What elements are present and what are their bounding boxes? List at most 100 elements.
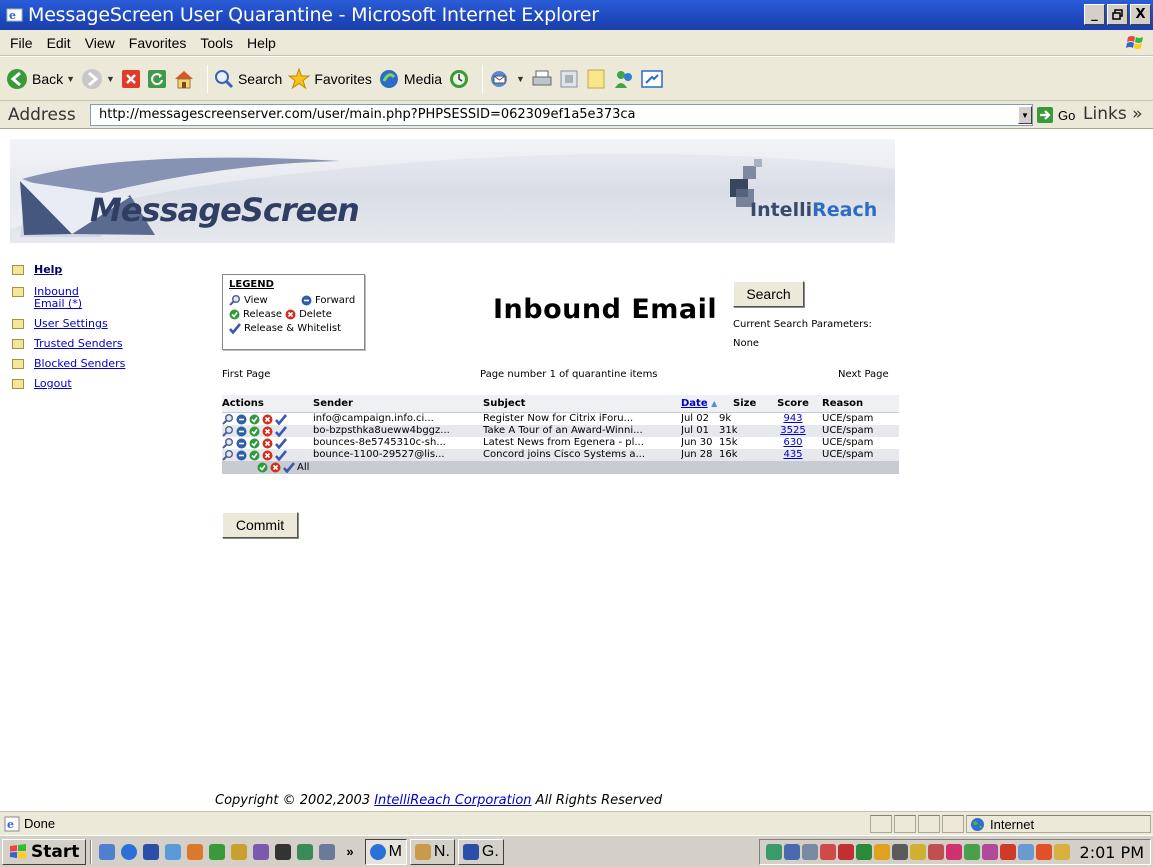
release-check-icon[interactable] bbox=[249, 450, 260, 461]
research-button[interactable] bbox=[641, 69, 663, 89]
history-button[interactable] bbox=[448, 68, 470, 90]
quicklaunch-cmd-icon[interactable] bbox=[275, 843, 292, 860]
quicklaunch-app-icon[interactable] bbox=[297, 843, 314, 860]
forward-icon[interactable] bbox=[236, 414, 247, 425]
tray-icon[interactable] bbox=[981, 844, 998, 860]
first-page-link[interactable]: First Page bbox=[222, 369, 270, 380]
quicklaunch-app-icon[interactable] bbox=[231, 843, 248, 860]
menu-tools[interactable]: Tools bbox=[193, 35, 240, 51]
whitelist-check-icon[interactable] bbox=[275, 425, 287, 437]
release-check-icon[interactable] bbox=[249, 414, 260, 425]
mail-dropdown-icon[interactable]: ▼ bbox=[516, 74, 525, 84]
whitelist-check-icon[interactable] bbox=[275, 437, 287, 449]
quicklaunch-app-icon[interactable] bbox=[187, 843, 204, 860]
mail-button[interactable]: ▼ bbox=[489, 69, 525, 89]
forward-button[interactable]: ▼ bbox=[81, 68, 115, 90]
tray-icon[interactable] bbox=[765, 844, 782, 860]
commit-button[interactable]: Commit bbox=[222, 512, 298, 538]
tray-icon[interactable] bbox=[873, 844, 890, 860]
quicklaunch-ie-icon[interactable] bbox=[121, 843, 138, 860]
discuss-button[interactable] bbox=[585, 68, 607, 90]
tray-icon[interactable] bbox=[891, 844, 908, 860]
go-button[interactable]: Go bbox=[1036, 106, 1075, 124]
favorites-button[interactable]: Favorites bbox=[288, 67, 372, 90]
start-button[interactable]: Start bbox=[2, 838, 87, 865]
menu-view[interactable]: View bbox=[78, 35, 122, 51]
refresh-button[interactable] bbox=[147, 69, 167, 89]
taskbar-button-messagescreen[interactable]: M bbox=[364, 838, 407, 865]
delete-all-icon[interactable] bbox=[270, 462, 281, 473]
intellireach-corporation-link[interactable]: IntelliReach Corporation bbox=[374, 793, 531, 808]
whitelist-all-icon[interactable] bbox=[283, 462, 295, 473]
next-page-link[interactable]: Next Page bbox=[838, 369, 889, 380]
cell-score-link[interactable]: 630 bbox=[773, 437, 813, 449]
back-dropdown-icon[interactable]: ▼ bbox=[66, 74, 75, 84]
edit-button[interactable] bbox=[559, 69, 579, 89]
nav-link-trusted-senders[interactable]: Trusted Senders bbox=[34, 338, 123, 350]
tray-icon[interactable] bbox=[999, 844, 1016, 860]
minimize-button[interactable]: _ bbox=[1084, 4, 1105, 25]
release-check-icon[interactable] bbox=[249, 438, 260, 449]
tray-icon[interactable] bbox=[819, 844, 836, 860]
view-magnifier-icon[interactable] bbox=[222, 413, 234, 425]
release-check-icon[interactable] bbox=[249, 426, 260, 437]
tray-icon[interactable] bbox=[1035, 844, 1052, 860]
taskbar-button-g[interactable]: G. bbox=[457, 838, 504, 865]
quicklaunch-chevron[interactable]: » bbox=[346, 844, 353, 859]
title-bar[interactable]: e MessageScreen User Quarantine - Micros… bbox=[0, 0, 1153, 30]
tray-icon[interactable] bbox=[1053, 844, 1070, 860]
view-magnifier-icon[interactable] bbox=[222, 449, 234, 461]
tray-icon[interactable] bbox=[1017, 844, 1034, 860]
search-button[interactable]: Search bbox=[214, 69, 282, 89]
nav-link-help[interactable]: Help bbox=[34, 264, 62, 276]
menu-help[interactable]: Help bbox=[240, 35, 283, 51]
whitelist-check-icon[interactable] bbox=[275, 449, 287, 461]
forward-icon[interactable] bbox=[236, 450, 247, 461]
address-input[interactable]: http://messagescreenserver.com/user/main… bbox=[90, 104, 1033, 126]
taskbar-button-n[interactable]: N. bbox=[409, 838, 455, 865]
menu-edit[interactable]: Edit bbox=[40, 35, 78, 51]
view-magnifier-icon[interactable] bbox=[222, 437, 234, 449]
delete-x-icon[interactable] bbox=[262, 426, 273, 437]
whitelist-check-icon[interactable] bbox=[275, 413, 287, 425]
home-button[interactable] bbox=[173, 68, 195, 90]
close-button[interactable]: X bbox=[1130, 4, 1151, 25]
col-header-date[interactable]: Date ▲ bbox=[681, 395, 731, 413]
cell-score-link[interactable]: 435 bbox=[773, 449, 813, 461]
forward-icon[interactable] bbox=[236, 438, 247, 449]
maximize-button[interactable] bbox=[1107, 4, 1128, 25]
back-button[interactable]: Back ▼ bbox=[6, 68, 75, 90]
cell-score-link[interactable]: 3525 bbox=[773, 425, 813, 437]
address-dropdown-icon[interactable]: ▼ bbox=[1018, 106, 1032, 124]
print-button[interactable] bbox=[531, 69, 553, 89]
tray-icon[interactable] bbox=[801, 844, 818, 860]
tray-icon[interactable] bbox=[837, 844, 854, 860]
delete-x-icon[interactable] bbox=[262, 414, 273, 425]
quicklaunch-desktop-icon[interactable] bbox=[99, 843, 116, 860]
cell-score-link[interactable]: 943 bbox=[773, 413, 813, 425]
menu-favorites[interactable]: Favorites bbox=[122, 35, 194, 51]
nav-link-blocked-senders[interactable]: Blocked Senders bbox=[34, 358, 125, 370]
tray-icon[interactable] bbox=[945, 844, 962, 860]
nav-link-user-settings[interactable]: User Settings bbox=[34, 318, 108, 330]
search-button-page[interactable]: Search bbox=[733, 281, 804, 307]
sort-by-date-link[interactable]: Date bbox=[681, 398, 708, 409]
forward-dropdown-icon[interactable]: ▼ bbox=[106, 74, 115, 84]
tray-icon[interactable] bbox=[927, 844, 944, 860]
stop-button[interactable] bbox=[121, 69, 141, 89]
delete-x-icon[interactable] bbox=[262, 438, 273, 449]
nav-link-logout[interactable]: Logout bbox=[34, 378, 72, 390]
menu-file[interactable]: File bbox=[0, 35, 40, 51]
links-button[interactable]: Links » bbox=[1083, 104, 1142, 124]
nav-link-inbound-email[interactable]: Inbound Email (*) bbox=[34, 286, 89, 310]
view-magnifier-icon[interactable] bbox=[222, 425, 234, 437]
media-button[interactable]: Media bbox=[378, 68, 442, 90]
quicklaunch-word-icon[interactable] bbox=[143, 843, 160, 860]
tray-icon[interactable] bbox=[783, 844, 800, 860]
quicklaunch-explorer-icon[interactable] bbox=[165, 843, 182, 860]
tray-icon[interactable] bbox=[909, 844, 926, 860]
quicklaunch-app-icon[interactable] bbox=[209, 843, 226, 860]
tray-icon[interactable] bbox=[855, 844, 872, 860]
forward-icon[interactable] bbox=[236, 426, 247, 437]
tray-icon[interactable] bbox=[963, 844, 980, 860]
